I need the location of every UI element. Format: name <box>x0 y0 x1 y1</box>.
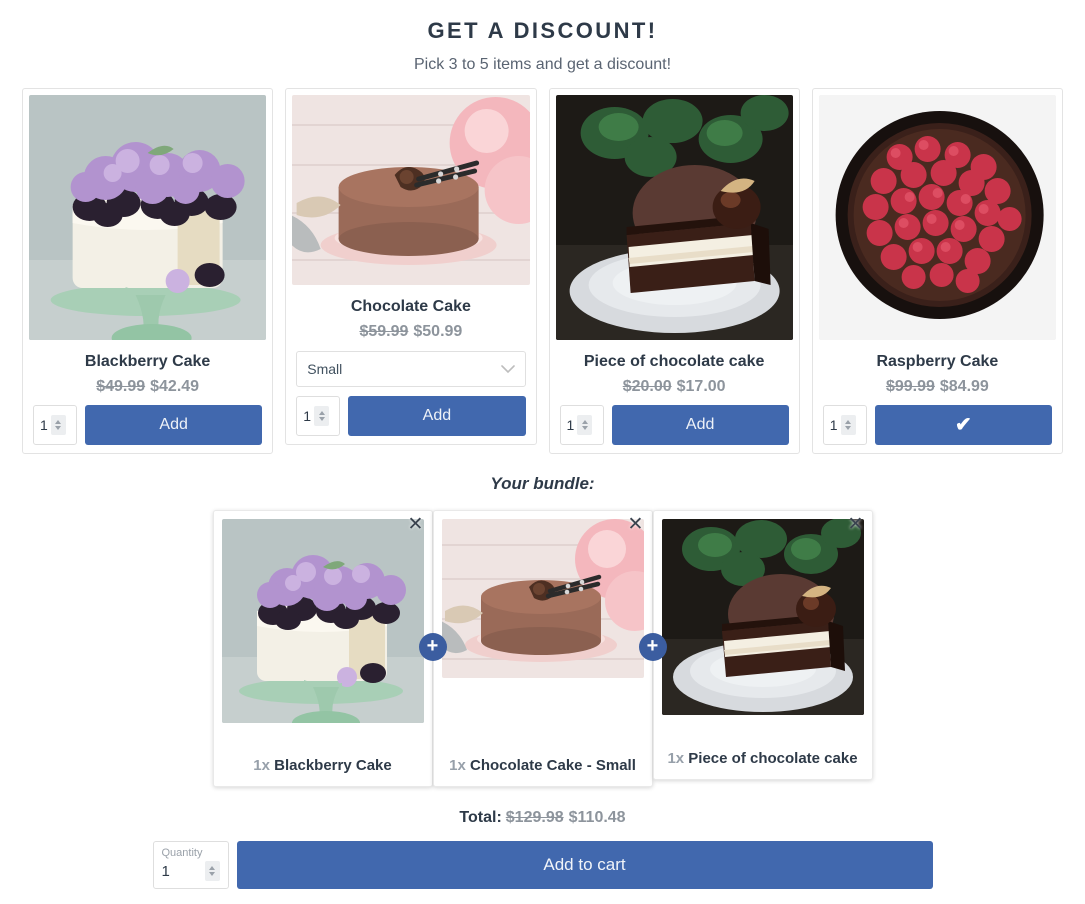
product-name: Raspberry Cake <box>876 353 999 370</box>
total-discounted: $110.48 <box>568 809 626 826</box>
bundle-item-multiplier: 1x <box>667 749 685 767</box>
price-row: $20.00 $17.00 <box>556 378 793 396</box>
add-button[interactable]: Add <box>348 396 526 436</box>
bundle-list: ✕ 1x Blackberry Cake + ✕ 1x Chocolate Ca… <box>0 510 1085 787</box>
bundle-heading: Your bundle: <box>490 474 595 493</box>
bundle-item-label: 1x Piece of chocolate cake <box>662 734 864 769</box>
spinner-icon[interactable] <box>50 415 66 435</box>
bundle-item-label: 1x Chocolate Cake - Small <box>442 741 644 776</box>
bundle-item-name: Piece of chocolate cake <box>688 749 858 767</box>
bundle-item-blackberry-cake[interactable]: ✕ 1x Blackberry Cake <box>212 510 433 787</box>
bundle-image-piece-of-chocolate-cake <box>661 519 864 715</box>
cart-quantity-value: 1 <box>161 862 170 880</box>
product-image-blackberry-cake <box>29 95 267 340</box>
bundle-image-chocolate-cake <box>441 519 644 678</box>
action-row: 1 ✔ <box>822 405 1052 445</box>
bundle-item-chocolate-cake[interactable]: ✕ 1x Chocolate Cake - Small <box>432 510 653 787</box>
added-button[interactable]: ✔ <box>874 405 1052 445</box>
action-row: 1 Add <box>559 405 789 445</box>
spinner-icon[interactable] <box>840 415 856 435</box>
plus-icon[interactable]: + <box>638 633 667 661</box>
bundle-image-blackberry-cake <box>221 519 424 723</box>
quantity-value: 1 <box>829 417 838 433</box>
total-original: $129.98 <box>505 809 564 826</box>
spinner-icon[interactable] <box>314 406 330 426</box>
product-grid: Blackberry Cake $49.99 $42.49 1 Add Choc… <box>0 74 1085 454</box>
plus-icon[interactable]: + <box>418 633 447 661</box>
product-name: Piece of chocolate cake <box>583 353 765 370</box>
chevron-down-icon <box>500 363 515 376</box>
quantity-stepper[interactable]: 1 <box>559 405 604 445</box>
price-discounted: $42.49 <box>150 378 200 395</box>
close-icon[interactable]: ✕ <box>626 515 646 535</box>
quantity-stepper[interactable]: 1 <box>33 405 77 445</box>
quantity-value: 1 <box>40 417 48 433</box>
variant-selected-value: Small <box>307 361 343 377</box>
page-subtitle: Pick 3 to 5 items and get a discount! <box>413 56 672 73</box>
product-card-blackberry-cake[interactable]: Blackberry Cake $49.99 $42.49 1 Add <box>22 88 274 454</box>
discount-bundle-page: GET A DISCOUNT! Pick 3 to 5 items and ge… <box>0 0 1085 904</box>
product-image-chocolate-cake <box>292 95 530 285</box>
quantity-stepper[interactable]: 1 <box>822 405 867 445</box>
price-original: $20.00 <box>622 378 672 395</box>
cart-quantity-field[interactable]: Quantity 1 <box>152 841 229 889</box>
check-icon: ✔ <box>954 414 972 436</box>
product-name: Chocolate Cake <box>350 298 471 315</box>
bundle-item-multiplier: 1x <box>449 756 466 774</box>
price-discounted: $84.99 <box>939 378 989 395</box>
product-name: Blackberry Cake <box>84 353 211 370</box>
quantity-stepper[interactable]: 1 <box>296 396 341 436</box>
cart-row: Quantity 1 Add to cart <box>0 841 1085 889</box>
cart-quantity-label: Quantity <box>161 847 203 859</box>
variant-select[interactable]: Small <box>296 351 526 387</box>
close-icon[interactable]: ✕ <box>846 515 866 535</box>
quantity-value: 1 <box>303 408 312 424</box>
bundle-item-name: Chocolate Cake - Small <box>469 756 636 774</box>
product-card-chocolate-cake[interactable]: Chocolate Cake $59.99 $50.99 Small 1 Add <box>285 88 537 445</box>
price-discounted: $17.00 <box>676 378 726 395</box>
price-row: $99.99 $84.99 <box>819 378 1056 396</box>
price-original: $49.99 <box>96 378 146 395</box>
price-original: $99.99 <box>885 378 935 395</box>
quantity-value: 1 <box>566 417 575 433</box>
total-label: Total: <box>459 809 502 826</box>
action-row: 1 Add <box>33 405 263 445</box>
add-to-cart-button[interactable]: Add to cart <box>236 841 933 889</box>
spinner-icon[interactable] <box>577 415 593 435</box>
spinner-icon[interactable] <box>204 861 220 882</box>
product-image-raspberry-cake <box>818 95 1056 340</box>
bundle-item-piece-of-chocolate-cake[interactable]: ✕ 1x Piece of chocolate cake <box>652 510 873 780</box>
bundle-item-multiplier: 1x <box>253 756 270 774</box>
price-row: $49.99 $42.49 <box>29 378 266 396</box>
close-icon[interactable]: ✕ <box>406 515 426 535</box>
bundle-item-name: Blackberry Cake <box>274 756 392 774</box>
add-button[interactable]: Add <box>85 405 263 445</box>
bundle-item-label: 1x Blackberry Cake <box>222 741 424 776</box>
add-button[interactable]: Add <box>611 405 789 445</box>
page-title: GET A DISCOUNT! <box>427 18 658 43</box>
product-image-piece-of-chocolate-cake <box>555 95 793 340</box>
price-row: $59.99 $50.99 <box>292 323 529 341</box>
product-card-piece-of-chocolate-cake[interactable]: Piece of chocolate cake $20.00 $17.00 1 A… <box>548 88 800 454</box>
action-row: 1 Add <box>296 396 526 436</box>
price-discounted: $50.99 <box>413 323 463 340</box>
price-original: $59.99 <box>359 323 409 340</box>
total-line: Total: $129.98 $110.48 <box>0 809 1085 827</box>
product-card-raspberry-cake[interactable]: Raspberry Cake $99.99 $84.99 1 ✔ <box>811 88 1063 454</box>
